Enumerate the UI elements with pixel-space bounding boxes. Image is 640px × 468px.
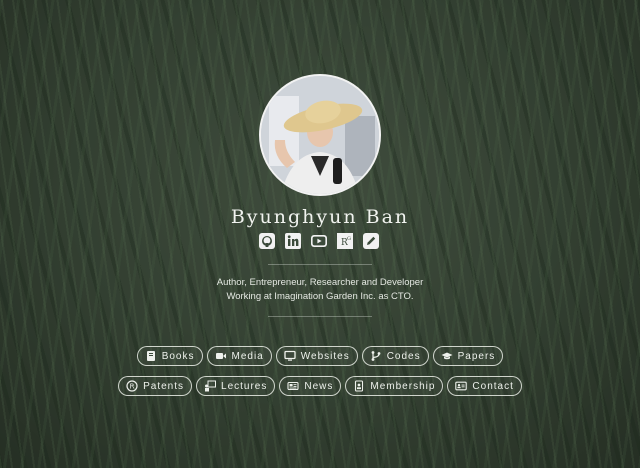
registered-icon: R xyxy=(126,380,138,392)
newspaper-icon xyxy=(287,381,299,391)
papers-button[interactable]: Papers xyxy=(432,346,504,366)
video-camera-icon xyxy=(215,353,226,359)
divider-bottom xyxy=(268,316,372,317)
github-icon[interactable] xyxy=(258,232,276,250)
divider-top xyxy=(268,264,372,265)
news-label: News xyxy=(304,380,334,392)
nav-row-2: R Patents Lectures News Membership Conta… xyxy=(0,376,640,396)
membership-label: Membership xyxy=(370,380,436,392)
address-card-icon xyxy=(455,381,468,391)
linkedin-icon[interactable] xyxy=(284,232,302,250)
news-button[interactable]: News xyxy=(279,376,342,396)
researchgate-icon[interactable]: RG xyxy=(336,232,354,250)
contact-label: Contact xyxy=(472,380,514,392)
nav-row-1: Books Media Websites Codes Papers xyxy=(0,346,640,366)
patents-label: Patents xyxy=(143,380,185,392)
youtube-icon[interactable] xyxy=(310,232,328,250)
contact-button[interactable]: Contact xyxy=(447,376,522,396)
id-badge-icon xyxy=(355,380,364,392)
patents-button[interactable]: R Patents xyxy=(118,376,193,396)
websites-label: Websites xyxy=(300,350,350,362)
bio-line-1: Author, Entrepreneur, Researcher and Dev… xyxy=(216,277,424,288)
bio-line-2: Working at Imagination Garden Inc. as CT… xyxy=(226,291,414,302)
teacher-icon xyxy=(205,380,217,392)
graduation-cap-icon xyxy=(441,352,453,360)
code-branch-icon xyxy=(371,351,381,361)
svg-text:R: R xyxy=(130,383,136,391)
social-links: RG xyxy=(258,232,380,250)
books-button[interactable]: Books xyxy=(136,346,203,366)
avatar xyxy=(259,74,381,196)
codes-label: Codes xyxy=(386,350,421,362)
lectures-label: Lectures xyxy=(221,380,268,392)
svg-text:G: G xyxy=(347,236,351,242)
membership-button[interactable]: Membership xyxy=(345,376,444,396)
book-icon xyxy=(146,351,155,361)
media-button[interactable]: Media xyxy=(206,346,272,366)
books-label: Books xyxy=(161,350,195,362)
lectures-button[interactable]: Lectures xyxy=(196,376,276,396)
pencil-icon[interactable] xyxy=(362,232,380,250)
papers-label: Papers xyxy=(457,350,496,362)
monitor-icon xyxy=(284,350,296,361)
profile-name: Byunghyun Ban xyxy=(230,206,410,228)
media-label: Media xyxy=(231,350,264,362)
codes-button[interactable]: Codes xyxy=(361,346,429,366)
websites-button[interactable]: Websites xyxy=(275,346,358,366)
